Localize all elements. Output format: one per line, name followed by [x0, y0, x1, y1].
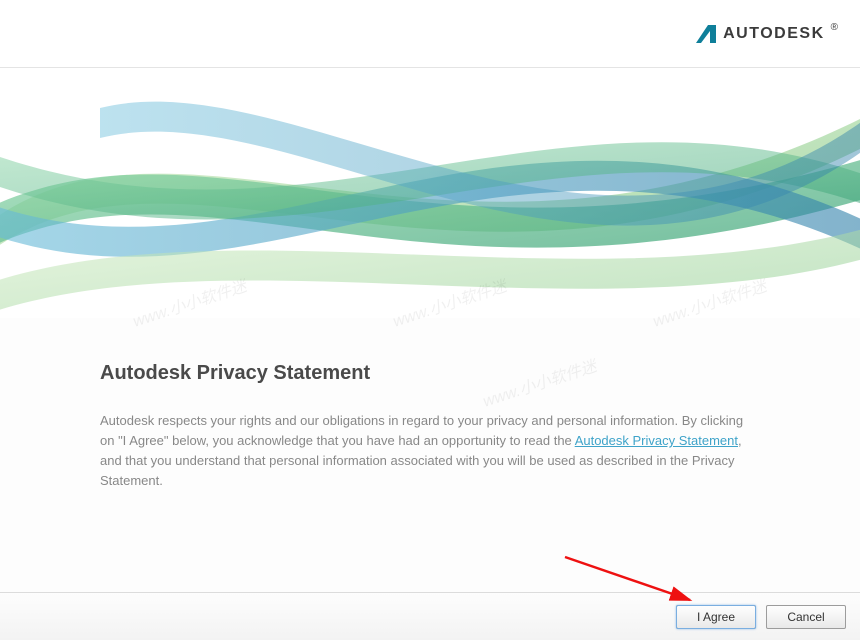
- header: AUTODESK ®: [0, 0, 860, 68]
- page-title: Autodesk Privacy Statement: [100, 362, 760, 385]
- hero-graphic: [0, 68, 860, 318]
- privacy-text: Autodesk respects your rights and our ob…: [100, 411, 760, 492]
- brand-name: AUTODESK: [723, 25, 825, 43]
- brand-logo: AUTODESK ®: [695, 23, 838, 45]
- content-area: Autodesk Privacy Statement Autodesk resp…: [0, 318, 860, 492]
- footer: I Agree Cancel: [0, 592, 860, 640]
- privacy-link[interactable]: Autodesk Privacy Statement: [575, 433, 738, 448]
- autodesk-icon: [695, 23, 717, 45]
- agree-button[interactable]: I Agree: [676, 605, 756, 629]
- registered-mark: ®: [831, 22, 838, 33]
- cancel-button[interactable]: Cancel: [766, 605, 846, 629]
